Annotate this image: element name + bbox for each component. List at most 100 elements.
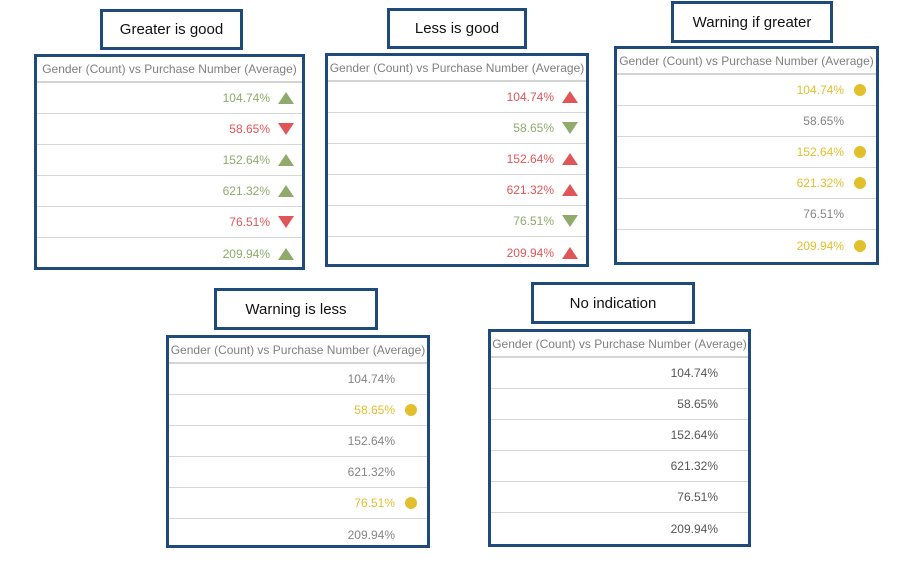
kpi-value: 58.65% <box>677 397 718 411</box>
kpi-row: 152.64% <box>37 145 302 176</box>
kpi-panel-no-indication: Gender (Count) vs Purchase Number (Avera… <box>488 329 751 547</box>
kpi-row: 621.32% <box>328 175 586 206</box>
kpi-row: 76.51% <box>617 199 876 230</box>
triangle-up-icon <box>270 145 302 176</box>
triangle-up-icon <box>554 82 586 113</box>
kpi-row: 209.94% <box>617 230 876 261</box>
kpi-value: 152.64% <box>222 153 270 167</box>
arrow-down-icon <box>562 122 578 134</box>
kpi-row: 152.64% <box>617 137 876 168</box>
kpi-row: 58.65% <box>37 114 302 145</box>
kpi-value: 104.74% <box>796 83 844 97</box>
arrow-up-icon <box>278 185 294 197</box>
arrow-up-icon <box>278 154 294 166</box>
kpi-row: 104.74% <box>169 364 427 395</box>
indicator-slot <box>395 364 427 395</box>
kpi-row: 76.51% <box>169 488 427 519</box>
triangle-down-icon <box>270 207 302 238</box>
panel-rows: 104.74% 58.65% 152.64% 621.32% 76.51% 209.94% <box>328 82 586 268</box>
arrow-up-icon <box>562 91 578 103</box>
kpi-row: 76.51% <box>37 207 302 238</box>
indicator-slot <box>718 420 748 451</box>
kpi-value: 209.94% <box>347 527 395 542</box>
kpi-value: 621.32% <box>670 459 718 473</box>
indicator-slot <box>844 106 876 137</box>
kpi-value: 76.51% <box>354 496 395 510</box>
kpi-value: 104.74% <box>506 90 554 104</box>
warning-dot-icon <box>405 497 417 509</box>
arrow-down-icon <box>278 123 294 135</box>
triangle-up-icon <box>554 144 586 175</box>
kpi-row: 209.94% <box>169 519 427 550</box>
warning-dot-icon <box>854 146 866 158</box>
arrow-up-icon <box>278 92 294 104</box>
triangle-up-icon <box>554 175 586 206</box>
kpi-row: 209.94% <box>37 238 302 269</box>
triangle-up-icon <box>270 176 302 207</box>
warning-dot-icon <box>405 404 417 416</box>
kpi-value: 152.64% <box>347 434 395 448</box>
arrow-up-icon <box>562 246 578 259</box>
triangle-down-icon <box>554 113 586 144</box>
kpi-value: 58.65% <box>354 403 395 417</box>
indicator-slot <box>395 426 427 457</box>
panel-rows: 104.74% 58.65% 152.64% 621.32% 76.51% 209.94% <box>37 83 302 269</box>
kpi-row: 621.32% <box>37 176 302 207</box>
kpi-value: 209.94% <box>670 521 718 536</box>
indicator-slot <box>844 199 876 230</box>
indicator-slot <box>718 513 748 544</box>
kpi-row: 152.64% <box>491 420 748 451</box>
kpi-value: 209.94% <box>506 245 554 260</box>
kpi-value: 152.64% <box>506 152 554 166</box>
kpi-value: 104.74% <box>670 366 718 380</box>
kpi-row: 621.32% <box>617 168 876 199</box>
kpi-value: 58.65% <box>229 122 270 136</box>
panel-header: Gender (Count) vs Purchase Number (Avera… <box>37 57 302 83</box>
arrow-up-icon <box>278 247 294 260</box>
kpi-row: 209.94% <box>491 513 748 544</box>
kpi-value: 104.74% <box>222 91 270 105</box>
label-warning-if-greater: Warning if greater <box>671 1 833 43</box>
kpi-value: 209.94% <box>222 246 270 261</box>
kpi-row: 76.51% <box>328 206 586 237</box>
kpi-value: 76.51% <box>513 214 554 228</box>
panel-header: Gender (Count) vs Purchase Number (Avera… <box>617 49 876 75</box>
kpi-row: 76.51% <box>491 482 748 513</box>
kpi-row: 58.65% <box>169 395 427 426</box>
kpi-value: 621.32% <box>796 176 844 190</box>
kpi-row: 58.65% <box>491 389 748 420</box>
kpi-panel-warning-if-greater: Gender (Count) vs Purchase Number (Avera… <box>614 46 879 265</box>
kpi-value: 152.64% <box>670 428 718 442</box>
arrow-down-icon <box>562 215 578 227</box>
panel-rows: 104.74% 58.65% 152.64% 621.32% 76.51% 209.94% <box>617 75 876 261</box>
indicator-slot <box>718 389 748 420</box>
kpi-value: 58.65% <box>803 114 844 128</box>
warning-dot-icon <box>844 75 876 106</box>
panel-header: Gender (Count) vs Purchase Number (Avera… <box>169 338 427 364</box>
triangle-down-icon <box>270 114 302 145</box>
label-greater-is-good: Greater is good <box>100 9 243 50</box>
warning-dot-icon <box>844 137 876 168</box>
kpi-value: 621.32% <box>506 183 554 197</box>
warning-dot-icon <box>854 84 866 96</box>
kpi-value: 58.65% <box>513 121 554 135</box>
kpi-row: 152.64% <box>328 144 586 175</box>
kpi-value: 209.94% <box>796 238 844 253</box>
panel-header: Gender (Count) vs Purchase Number (Avera… <box>328 56 586 82</box>
kpi-panel-less-is-good: Gender (Count) vs Purchase Number (Avera… <box>325 53 589 267</box>
warning-dot-icon <box>395 395 427 426</box>
kpi-value: 76.51% <box>803 207 844 221</box>
triangle-down-icon <box>554 206 586 237</box>
kpi-value: 621.32% <box>222 184 270 198</box>
kpi-row: 621.32% <box>491 451 748 482</box>
triangle-up-icon <box>270 83 302 114</box>
warning-dot-icon <box>844 230 876 261</box>
indicator-slot <box>718 482 748 513</box>
panel-rows: 104.74% 58.65% 152.64% 621.32% 76.51% 209.94% <box>169 364 427 550</box>
indicator-slot <box>395 457 427 488</box>
kpi-row: 104.74% <box>617 75 876 106</box>
triangle-up-icon <box>270 238 302 269</box>
kpi-row: 104.74% <box>37 83 302 114</box>
indicator-slot <box>395 519 427 550</box>
kpi-row: 58.65% <box>617 106 876 137</box>
